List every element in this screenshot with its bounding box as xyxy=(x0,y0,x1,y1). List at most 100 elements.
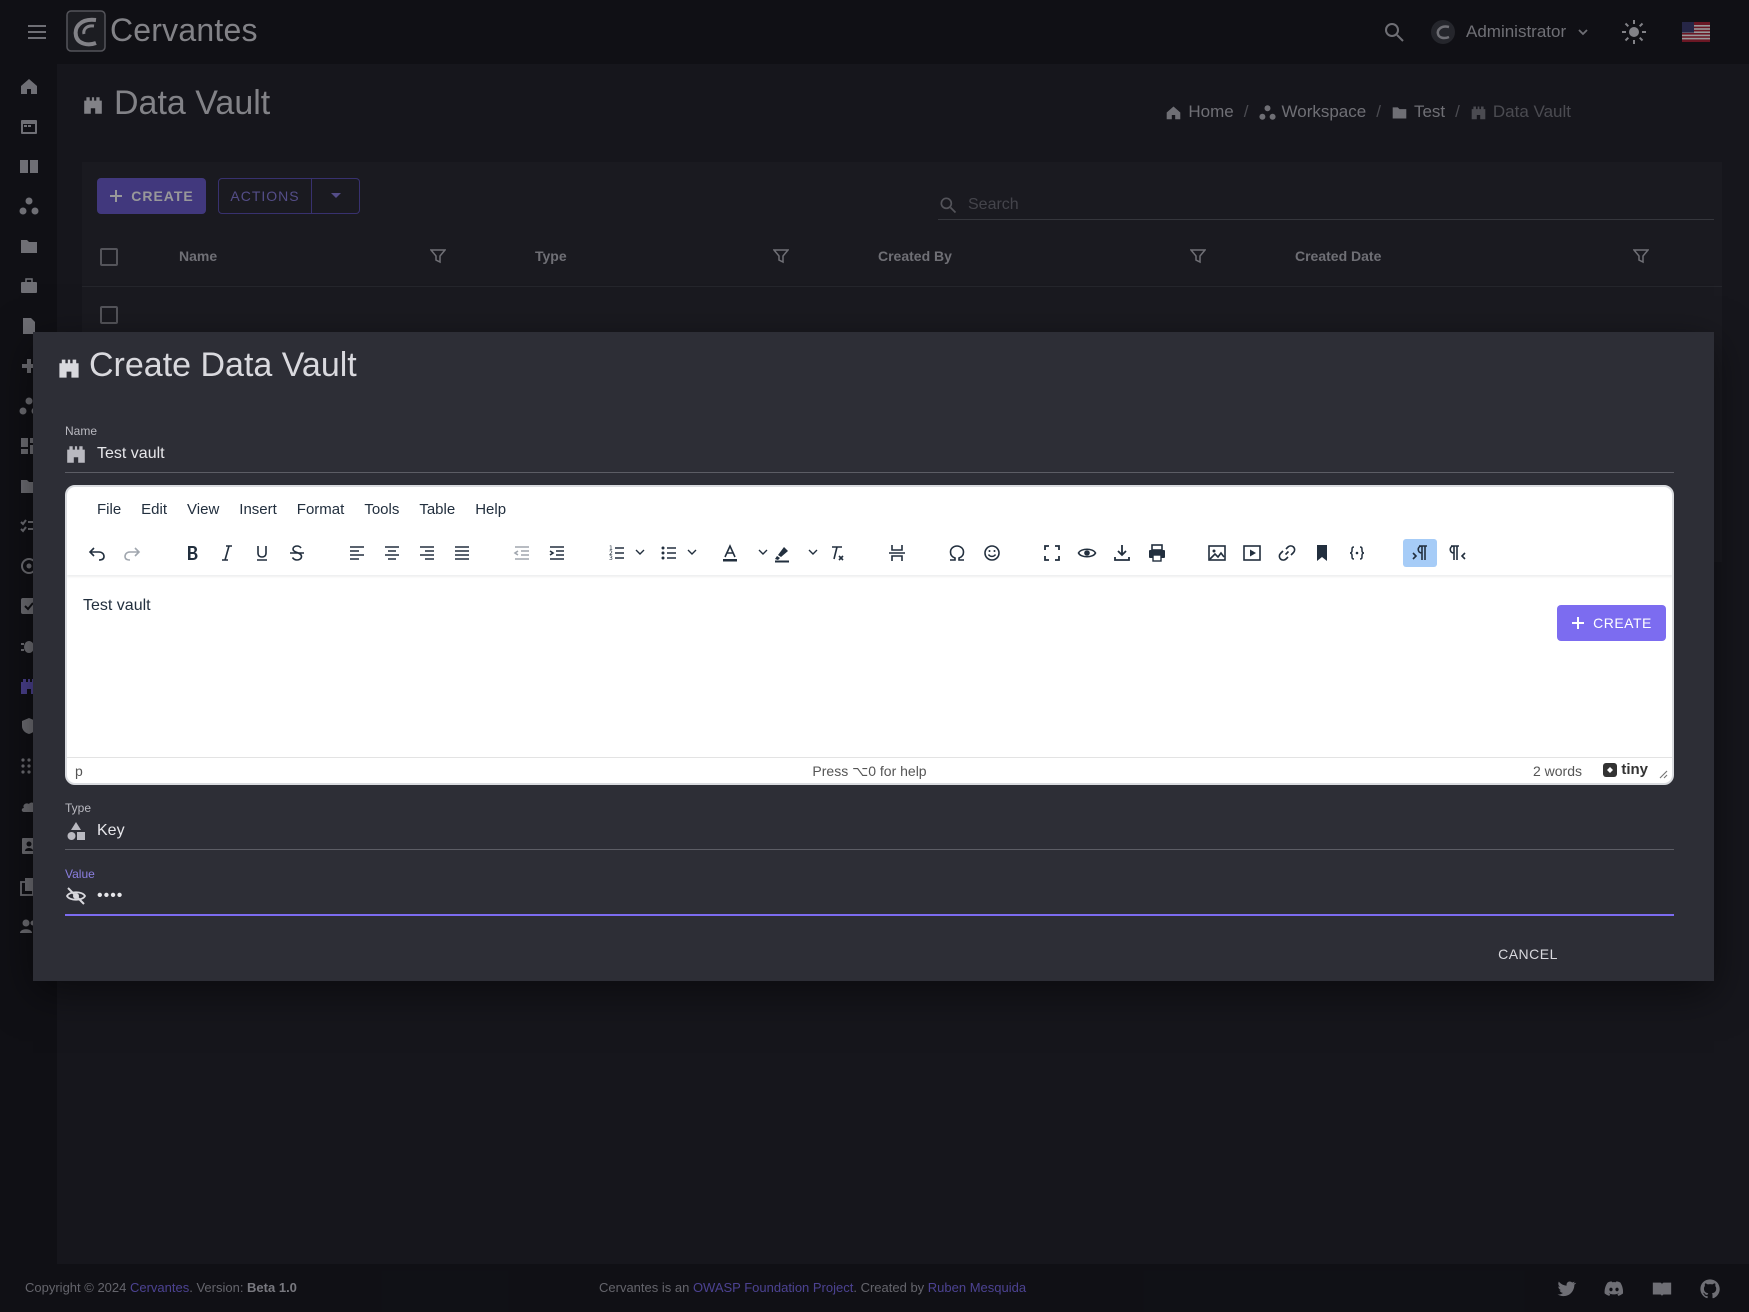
numbered-list-button[interactable]: 123 xyxy=(603,539,631,567)
ltr-icon xyxy=(1412,545,1427,560)
align-right-button[interactable] xyxy=(413,539,441,567)
type-select[interactable]: Key xyxy=(65,812,1674,850)
preview-button[interactable] xyxy=(1073,539,1101,567)
vault-icon xyxy=(67,445,85,463)
rtl-icon xyxy=(1449,545,1466,560)
justify-icon xyxy=(455,546,469,560)
editor-menubar: File Edit View Insert Format Tools Table… xyxy=(67,487,516,531)
bullet-list-button[interactable] xyxy=(655,539,683,567)
tiny-logo-icon xyxy=(1603,762,1618,777)
visibility-off-icon[interactable] xyxy=(65,885,87,907)
text-color-button[interactable] xyxy=(716,539,744,567)
bookmark-icon xyxy=(1317,545,1327,561)
download-icon xyxy=(1114,545,1130,561)
editor-statusbar: p Press ⌥0 for help 2 words tiny xyxy=(67,757,1672,783)
name-field[interactable]: Test vault xyxy=(65,435,1674,473)
align-right-icon xyxy=(420,546,434,560)
outdent-icon xyxy=(513,546,529,560)
emoji-icon xyxy=(984,545,1000,561)
indent-icon xyxy=(549,546,564,560)
shapes-icon xyxy=(67,821,85,840)
fullscreen-button[interactable] xyxy=(1038,539,1066,567)
type-select-value: Key xyxy=(97,821,125,839)
numbered-list-icon: 123 xyxy=(609,545,624,562)
fullscreen-icon xyxy=(1044,545,1060,561)
editor-toolbar: 123 xyxy=(67,531,1672,575)
highlighter-icon xyxy=(775,547,789,563)
bold-button[interactable] xyxy=(178,539,206,567)
align-center-button[interactable] xyxy=(378,539,406,567)
resize-handle-icon[interactable] xyxy=(1658,769,1668,779)
chevron-down-icon[interactable] xyxy=(808,547,818,557)
undo-button[interactable] xyxy=(83,539,111,567)
menu-edit[interactable]: Edit xyxy=(131,501,177,518)
help-hint: Press ⌥0 for help xyxy=(812,763,927,779)
ltr-direction-button[interactable] xyxy=(1403,539,1437,567)
chevron-down-icon[interactable] xyxy=(758,547,768,557)
indent-button[interactable] xyxy=(543,539,571,567)
menu-help[interactable]: Help xyxy=(465,501,516,518)
special-character-button[interactable] xyxy=(943,539,971,567)
menu-file[interactable]: File xyxy=(87,501,131,518)
clear-formatting-icon xyxy=(832,546,844,561)
emoticons-button[interactable] xyxy=(978,539,1006,567)
page-break-icon xyxy=(889,545,905,561)
name-field-value: Test vault xyxy=(97,444,165,462)
print-button[interactable] xyxy=(1143,539,1171,567)
clear-formatting-button[interactable] xyxy=(823,539,851,567)
value-field[interactable]: •••• xyxy=(65,878,1674,916)
outdent-button[interactable] xyxy=(508,539,536,567)
menu-table[interactable]: Table xyxy=(409,501,465,518)
value-field-masked: •••• xyxy=(97,887,124,904)
video-icon xyxy=(1243,545,1261,561)
word-count[interactable]: 2 words xyxy=(1533,763,1582,779)
cancel-button[interactable]: CANCEL xyxy=(1479,936,1577,972)
omega-icon xyxy=(949,545,965,561)
chevron-down-icon[interactable] xyxy=(687,547,697,557)
redo-icon xyxy=(124,547,141,561)
tiny-branding[interactable]: tiny xyxy=(1602,761,1648,778)
eye-icon xyxy=(1077,548,1097,558)
tiny-label: tiny xyxy=(1621,761,1648,778)
anchor-button[interactable] xyxy=(1308,539,1336,567)
align-center-icon xyxy=(385,546,399,560)
dialog-title: Create Data Vault xyxy=(89,346,357,384)
editor-content[interactable]: Test vault xyxy=(83,597,151,615)
underline-icon xyxy=(257,546,267,561)
rtl-direction-button[interactable] xyxy=(1444,539,1472,567)
create-data-vault-dialog: Create Data Vault Name Test vault File E… xyxy=(33,332,1714,981)
undo-icon xyxy=(88,547,105,561)
menu-format[interactable]: Format xyxy=(287,501,355,518)
insert-image-button[interactable] xyxy=(1203,539,1231,567)
dialog-create-label: CREATE xyxy=(1593,615,1652,631)
insert-link-button[interactable] xyxy=(1273,539,1301,567)
italic-button[interactable] xyxy=(213,539,241,567)
menu-insert[interactable]: Insert xyxy=(229,501,287,518)
highlight-color-button[interactable] xyxy=(768,539,796,567)
print-icon xyxy=(1149,544,1165,562)
plus-icon xyxy=(1572,617,1585,629)
image-icon xyxy=(1208,545,1226,561)
save-button[interactable] xyxy=(1108,539,1136,567)
menu-view[interactable]: View xyxy=(177,501,229,518)
italic-icon xyxy=(222,545,232,561)
code-sample-button[interactable] xyxy=(1343,539,1371,567)
insert-media-button[interactable] xyxy=(1238,539,1266,567)
chevron-down-icon[interactable] xyxy=(635,547,645,557)
vault-icon xyxy=(59,359,79,378)
align-left-icon xyxy=(350,546,364,560)
svg-text:3: 3 xyxy=(609,555,613,562)
bullet-list-icon xyxy=(661,546,676,560)
menu-tools[interactable]: Tools xyxy=(354,501,409,518)
page-break-button[interactable] xyxy=(883,539,911,567)
underline-button[interactable] xyxy=(248,539,276,567)
strikethrough-button[interactable] xyxy=(283,539,311,567)
text-color-icon xyxy=(723,544,737,562)
redo-button[interactable] xyxy=(118,539,146,567)
dialog-create-button[interactable]: CREATE xyxy=(1557,605,1666,641)
bold-icon xyxy=(188,546,198,560)
justify-button[interactable] xyxy=(448,539,476,567)
code-icon xyxy=(1349,546,1365,560)
link-icon xyxy=(1278,545,1296,561)
align-left-button[interactable] xyxy=(343,539,371,567)
